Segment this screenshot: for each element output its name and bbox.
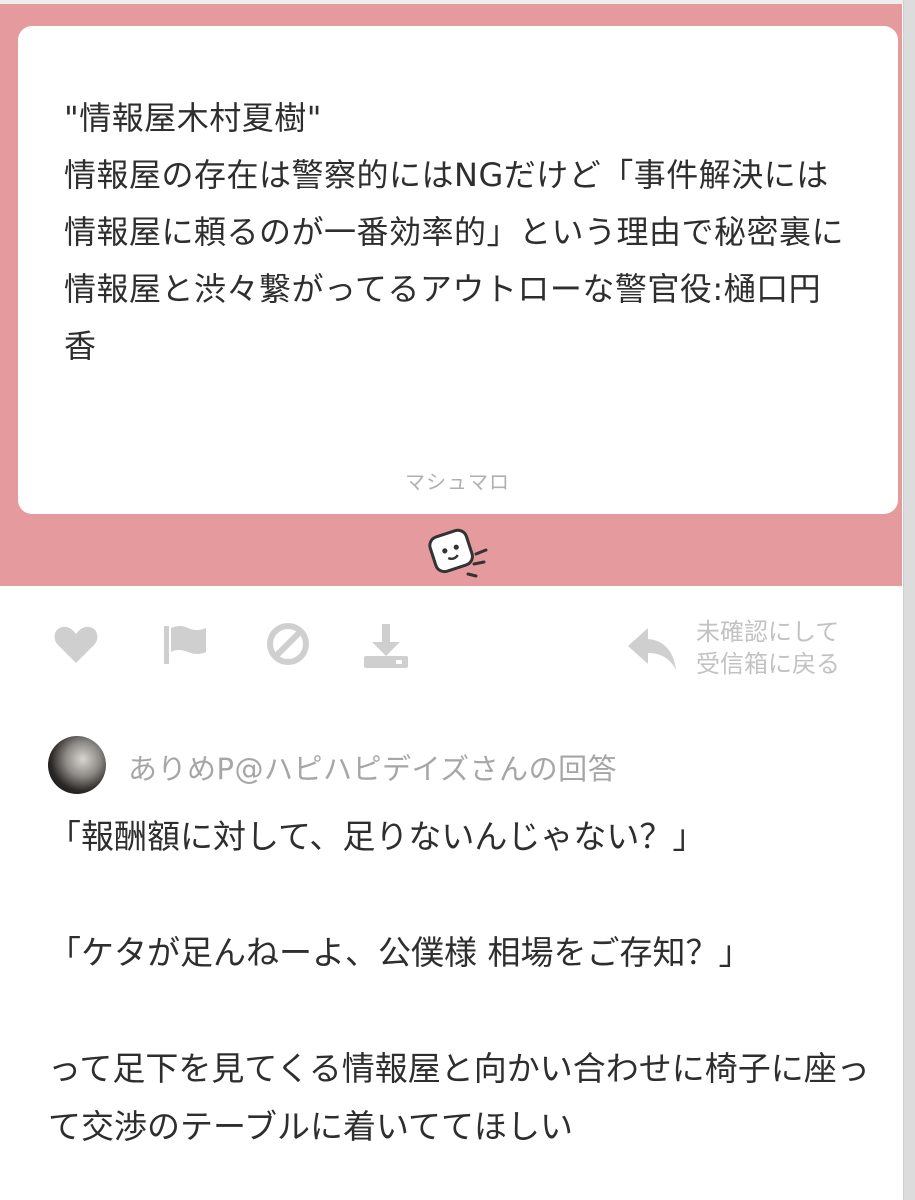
answerer-name[interactable]: ありめP@ハピハピデイズさんの回答 (128, 746, 617, 788)
marshmallow-mascot-icon (428, 528, 488, 578)
scrollbar-track[interactable] (903, 0, 915, 1200)
answer-text: 「報酬額に対して、足りないんじゃない？」 「ケタが足んねーよ、公僕様 相場をご存… (48, 817, 870, 1146)
reply-icon (628, 628, 676, 670)
block-icon[interactable] (262, 618, 314, 670)
question-text: "情報屋木村夏樹" 情報屋の存在は警察的にはNGだけど「事件解決には情報屋に頼る… (64, 99, 845, 365)
marshmallow-page: "情報屋木村夏樹" 情報屋の存在は警察的にはNGだけど「事件解決には情報屋に頼る… (0, 0, 915, 1200)
brand-label: マシュマロ (405, 470, 510, 494)
answer-header: ありめP@ハピハピデイズさんの回答 (48, 736, 888, 796)
back-to-inbox-button[interactable]: 未確認にして 受信箱に戻る (622, 612, 882, 682)
flag-icon[interactable] (158, 618, 210, 670)
action-bar: 未確認にして 受信箱に戻る (0, 608, 903, 688)
download-icon[interactable] (360, 618, 412, 670)
back-to-inbox-label: 未確認にして 受信箱に戻る (696, 618, 840, 678)
heart-icon[interactable] (50, 618, 102, 670)
avatar[interactable] (48, 736, 106, 794)
